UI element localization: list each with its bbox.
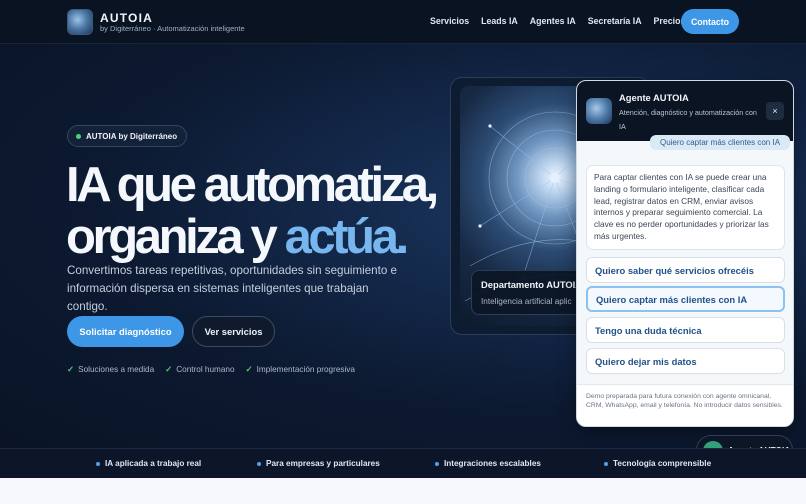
bullet-dot (257, 461, 261, 466)
nav-link-secretaria-ia[interactable]: Secretaría IA (588, 16, 642, 26)
quick-reply-technical-question[interactable]: Tengo una duda técnica (586, 317, 785, 343)
benefit-label: Integraciones escalables (444, 459, 541, 468)
check-icon: ✓ (245, 364, 253, 374)
chat-header: Agente AUTOIA Atención, diagnóstico y au… (577, 81, 793, 141)
visual-caption-subtitle: Inteligencia artificial aplic (481, 297, 572, 306)
contact-button[interactable]: Contacto (681, 9, 739, 34)
feature-checks: ✓ Soluciones a medida ✓ Control humano ✓… (67, 364, 355, 375)
headline-line-2-prefix: organiza y (66, 210, 285, 264)
brand-name[interactable]: AUTOIA (100, 11, 153, 25)
hero-subtext: Convertimos tareas repetitivas, oportuni… (67, 264, 397, 313)
chat-title: Agente AUTOIA (619, 92, 689, 103)
benefit-item: IA aplicada a trabajo real (96, 459, 201, 468)
chat-messages[interactable]: Quiero captar más clientes con IA Para c… (577, 135, 793, 384)
benefit-label: Para empresas y particulares (266, 459, 380, 468)
check-label: Soluciones a medida (78, 365, 155, 374)
brand-logo[interactable] (67, 9, 93, 35)
check-label: Control humano (176, 365, 235, 374)
quick-reply-services[interactable]: Quiero saber qué servicios ofrecéis (586, 257, 785, 283)
headline-accent-word: actúa. (284, 210, 410, 264)
benefit-item: Para empresas y particulares (257, 459, 380, 468)
nav-links: Servicios Leads IA Agentes IA Secretaría… (430, 16, 685, 26)
benefit-item: Tecnología comprensible (604, 459, 711, 468)
quick-reply-leave-details[interactable]: Quiero dejar mis datos (586, 348, 785, 374)
user-message: Quiero captar más clientes con IA (650, 135, 790, 150)
benefit-item: Integraciones escalables (435, 459, 541, 468)
check-item: ✓ Control humano (165, 364, 234, 375)
benefits-strip: IA aplicada a trabajo real Para empresas… (0, 448, 806, 478)
check-icon: ✓ (67, 364, 75, 374)
bullet-dot (604, 461, 608, 466)
chat-subtitle: Atención, diagnóstico y automatización c… (619, 108, 757, 131)
agent-avatar (586, 98, 612, 124)
benefit-label: Tecnología comprensible (613, 459, 712, 468)
benefit-label: IA aplicada a trabajo real (105, 459, 202, 468)
bullet-dot (96, 461, 100, 466)
hero-badge-label: AUTOIA by Digiterráneo (86, 131, 178, 141)
chat-widget: Agente AUTOIA Atención, diagnóstico y au… (576, 80, 794, 427)
hero-badge: AUTOIA by Digiterráneo (67, 125, 188, 147)
bullet-dot (435, 461, 439, 466)
check-icon: ✓ (165, 364, 173, 374)
hero-headline: IA que automatiza, organiza y actúa. (66, 158, 439, 263)
view-services-button[interactable]: Ver servicios (192, 316, 275, 347)
request-diagnosis-button[interactable]: Solicitar diagnóstico (67, 316, 184, 347)
nav-link-agentes-ia[interactable]: Agentes IA (530, 16, 576, 26)
bot-message: Para captar clientes con IA se puede cre… (586, 165, 785, 250)
headline-line-1: IA que automatiza, (66, 158, 439, 212)
brand-tagline: by Digiterráneo · Automatización intelig… (100, 24, 245, 33)
top-nav: AUTOIA by Digiterráneo · Automatización … (0, 0, 806, 44)
visual-caption-title: Departamento AUTOIA (481, 279, 583, 290)
headline-line-2: organiza y actúa. (66, 211, 436, 263)
status-dot (76, 133, 81, 139)
nav-link-servicios[interactable]: Servicios (430, 16, 469, 26)
nav-link-leads-ia[interactable]: Leads IA (481, 16, 518, 26)
chat-disclaimer: Demo preparada para futura conexión con … (577, 384, 793, 426)
check-label: Implementación progresiva (256, 365, 355, 374)
quick-reply-capture-clients[interactable]: Quiero captar más clientes con IA (586, 286, 785, 312)
next-section (0, 478, 806, 504)
check-item: ✓ Soluciones a medida (67, 364, 154, 375)
close-icon[interactable]: × (766, 102, 784, 120)
check-item: ✓ Implementación progresiva (246, 364, 355, 375)
